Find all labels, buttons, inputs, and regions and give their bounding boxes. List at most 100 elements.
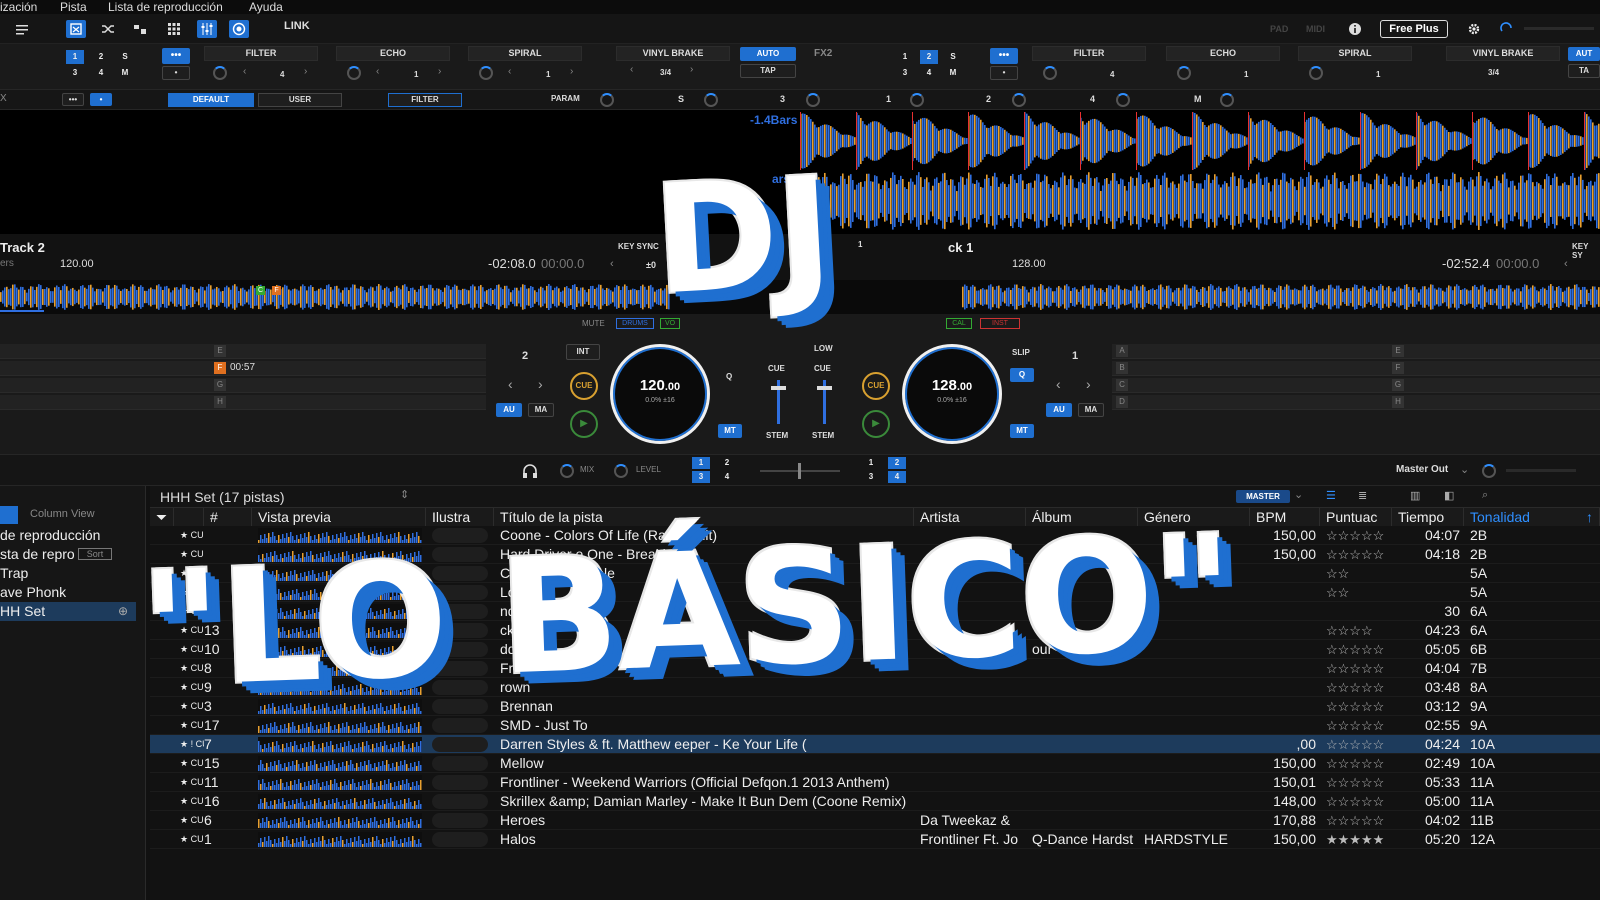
sidebar-item-playlists[interactable]: de reproducción xyxy=(0,526,146,545)
sampler-3-knob[interactable] xyxy=(806,93,820,107)
fx2-tap-button[interactable]: TA xyxy=(1568,64,1600,78)
deck-1-master-tempo-button[interactable]: MT xyxy=(1010,424,1034,438)
preview-waveform[interactable] xyxy=(258,680,422,695)
table-row[interactable]: ★ CUE Coone - Colors Of Life (Radio Edit)… xyxy=(150,526,1600,545)
deck-1-auto-beat-loop-button[interactable]: AU xyxy=(1046,403,1072,417)
chevron-right-icon[interactable]: › xyxy=(690,64,693,75)
sampler-button[interactable] xyxy=(130,20,150,38)
sampler-2-knob[interactable] xyxy=(1012,93,1026,107)
chevron-right-icon[interactable]: › xyxy=(570,66,573,77)
fx2-deck-s-button[interactable]: S xyxy=(944,50,962,64)
fx2-deck-4-button[interactable]: 4 xyxy=(920,66,938,80)
mixer-button[interactable] xyxy=(197,20,217,38)
deck-2-cue-button[interactable]: CUE xyxy=(570,372,598,400)
deck-1-master-button[interactable]: MA xyxy=(1078,403,1104,417)
fx2-slot-1-select[interactable]: FILTER xyxy=(1032,46,1146,61)
table-row[interactable]: ★ CUE15 Mellow 150,00 ☆☆☆☆☆ 02:49 10A xyxy=(150,754,1600,773)
deck-2-play-button[interactable]: ▶ xyxy=(570,410,598,438)
fx2-slot-2-knob[interactable] xyxy=(1177,66,1191,80)
table-row[interactable]: ★ CUE Hard Driver e One - Breakin R 150,00… xyxy=(150,545,1600,564)
table-row[interactable]: ★ CUE10 dde our ☆☆☆☆☆ 05:05 6B xyxy=(150,640,1600,659)
fx-deck-m-button[interactable]: M xyxy=(116,66,134,80)
fx2-auto-button[interactable]: AUT xyxy=(1568,47,1600,61)
deck-2-jog-wheel[interactable]: 120.00 0.0% ±16 xyxy=(610,344,710,444)
table-row[interactable]: ★ CUE8 Fr ☆☆☆☆☆ 04:04 7B xyxy=(150,659,1600,678)
hot-cue-row[interactable]: D xyxy=(1112,395,1388,410)
hot-cue-row[interactable]: G xyxy=(1388,378,1600,393)
deck-2-key-sync-button[interactable]: KEY SYNC xyxy=(618,242,659,251)
preview-waveform[interactable] xyxy=(258,623,422,638)
hot-cue-row[interactable] xyxy=(0,378,210,393)
preview-waveform[interactable] xyxy=(258,566,422,581)
fx-slot-3-knob[interactable] xyxy=(479,66,493,80)
link-button[interactable]: LINK xyxy=(284,20,310,32)
memory-cue-f-marker[interactable]: F xyxy=(272,286,281,295)
column-header-key[interactable]: Tonalidad ↑ xyxy=(1464,508,1600,526)
chevron-left-icon[interactable]: ‹ xyxy=(1056,376,1061,392)
column-header-rating[interactable]: Puntuac xyxy=(1320,508,1392,526)
preview-waveform[interactable] xyxy=(258,528,422,543)
channel-2-stem-label[interactable]: STEM xyxy=(766,431,788,440)
pad-button[interactable]: PAD xyxy=(1270,24,1288,34)
sidebar-item-hhh-set[interactable]: HH Set ⊕ xyxy=(0,602,136,621)
master-out-select[interactable]: Master Out xyxy=(1396,464,1448,475)
column-header-preview[interactable]: Vista previa xyxy=(252,508,426,526)
chevron-left-icon[interactable]: ‹ xyxy=(508,376,513,392)
search-icon[interactable]: ⌕ xyxy=(1482,489,1488,502)
chevron-right-icon[interactable]: › xyxy=(538,376,543,392)
menu-item-help[interactable]: Ayuda xyxy=(249,0,283,14)
deck-1-slip-button[interactable]: SLIP xyxy=(1012,348,1030,357)
sort-button[interactable]: Sort xyxy=(78,548,112,560)
column-header-artwork[interactable]: Ilustra xyxy=(426,508,494,526)
fx2-deck-1-button[interactable]: 1 xyxy=(896,50,914,64)
list-view-icon[interactable]: ☰ xyxy=(1326,489,1336,502)
deck-1-play-button[interactable]: ▶ xyxy=(862,410,890,438)
sampler-close[interactable]: X xyxy=(0,93,7,104)
settings-button[interactable] xyxy=(1464,20,1484,38)
table-row[interactable]: ★ CUE2 ndrew 30 6A xyxy=(150,602,1600,621)
preview-waveform[interactable] xyxy=(258,585,422,600)
fx-panel-button[interactable] xyxy=(66,20,86,38)
deck-2-master-button[interactable]: MA xyxy=(528,403,554,417)
preview-waveform[interactable] xyxy=(258,661,422,676)
fx-auto-button[interactable]: AUTO xyxy=(740,47,796,61)
fx-deck-4-button[interactable]: 4 xyxy=(92,66,110,80)
table-row[interactable]: ★ ! CUE7 Darren Styles & ft. Matthew eepe… xyxy=(150,735,1600,754)
channel-1-cue-label[interactable]: CUE xyxy=(814,364,831,373)
preview-waveform[interactable] xyxy=(258,718,422,733)
midi-button[interactable]: MIDI xyxy=(1306,24,1325,34)
chevron-right-icon[interactable]: › xyxy=(304,66,307,77)
column-header-cue[interactable] xyxy=(174,508,204,526)
deck-1-quantize-button[interactable]: Q xyxy=(1010,368,1034,382)
deck-select-3-right[interactable]: 3 xyxy=(862,471,880,483)
channel-2-fader-cap[interactable] xyxy=(771,386,786,390)
table-row[interactable]: ★ CUE6 Heroes Da Tweekaz & 170,88 ☆☆☆☆☆ 04:02… xyxy=(150,811,1600,830)
stem-vocal-button[interactable]: VO xyxy=(660,318,680,329)
column-header-time[interactable]: Tiempo xyxy=(1392,508,1464,526)
preview-waveform[interactable] xyxy=(258,642,422,657)
deck-1-cue-button[interactable]: CUE xyxy=(862,372,890,400)
column-header-artist[interactable]: Artista xyxy=(914,508,1026,526)
table-row[interactable]: ★ CUE16 Skrillex &amp; Damian Marley - Ma… xyxy=(150,792,1600,811)
fx2-deck-m-button[interactable]: M xyxy=(944,66,962,80)
table-row[interactable]: ★ CUE Lost In F ☆☆ 5A xyxy=(150,583,1600,602)
preview-waveform[interactable] xyxy=(258,604,422,619)
chevron-down-icon[interactable]: ⌄ xyxy=(1294,488,1303,501)
channel-2-cue-label[interactable]: CUE xyxy=(768,364,785,373)
hot-cue-row[interactable]: H xyxy=(210,395,486,410)
sampler-user-button[interactable]: USER xyxy=(258,93,342,107)
chevron-left-icon[interactable]: ‹ xyxy=(610,258,614,270)
table-row[interactable]: ★ CUE11 Frontliner - Weekend Warriors (Of… xyxy=(150,773,1600,792)
deck-select-3[interactable]: 3 xyxy=(692,471,710,483)
hot-cue-row[interactable]: F xyxy=(1388,361,1600,376)
fx-deck-2-button[interactable]: 2 xyxy=(92,50,110,64)
preview-waveform[interactable] xyxy=(258,813,422,828)
sampler-4-knob[interactable] xyxy=(1116,93,1130,107)
fx2-more-button[interactable]: ••• xyxy=(990,48,1018,64)
hot-cue-row[interactable] xyxy=(0,361,210,376)
headphone-mix-knob[interactable] xyxy=(560,464,574,478)
chevron-left-icon[interactable]: ‹ xyxy=(630,64,633,75)
preview-waveform[interactable] xyxy=(258,547,422,562)
hot-cue-row[interactable] xyxy=(0,395,210,410)
hot-cue-row[interactable] xyxy=(0,344,210,359)
